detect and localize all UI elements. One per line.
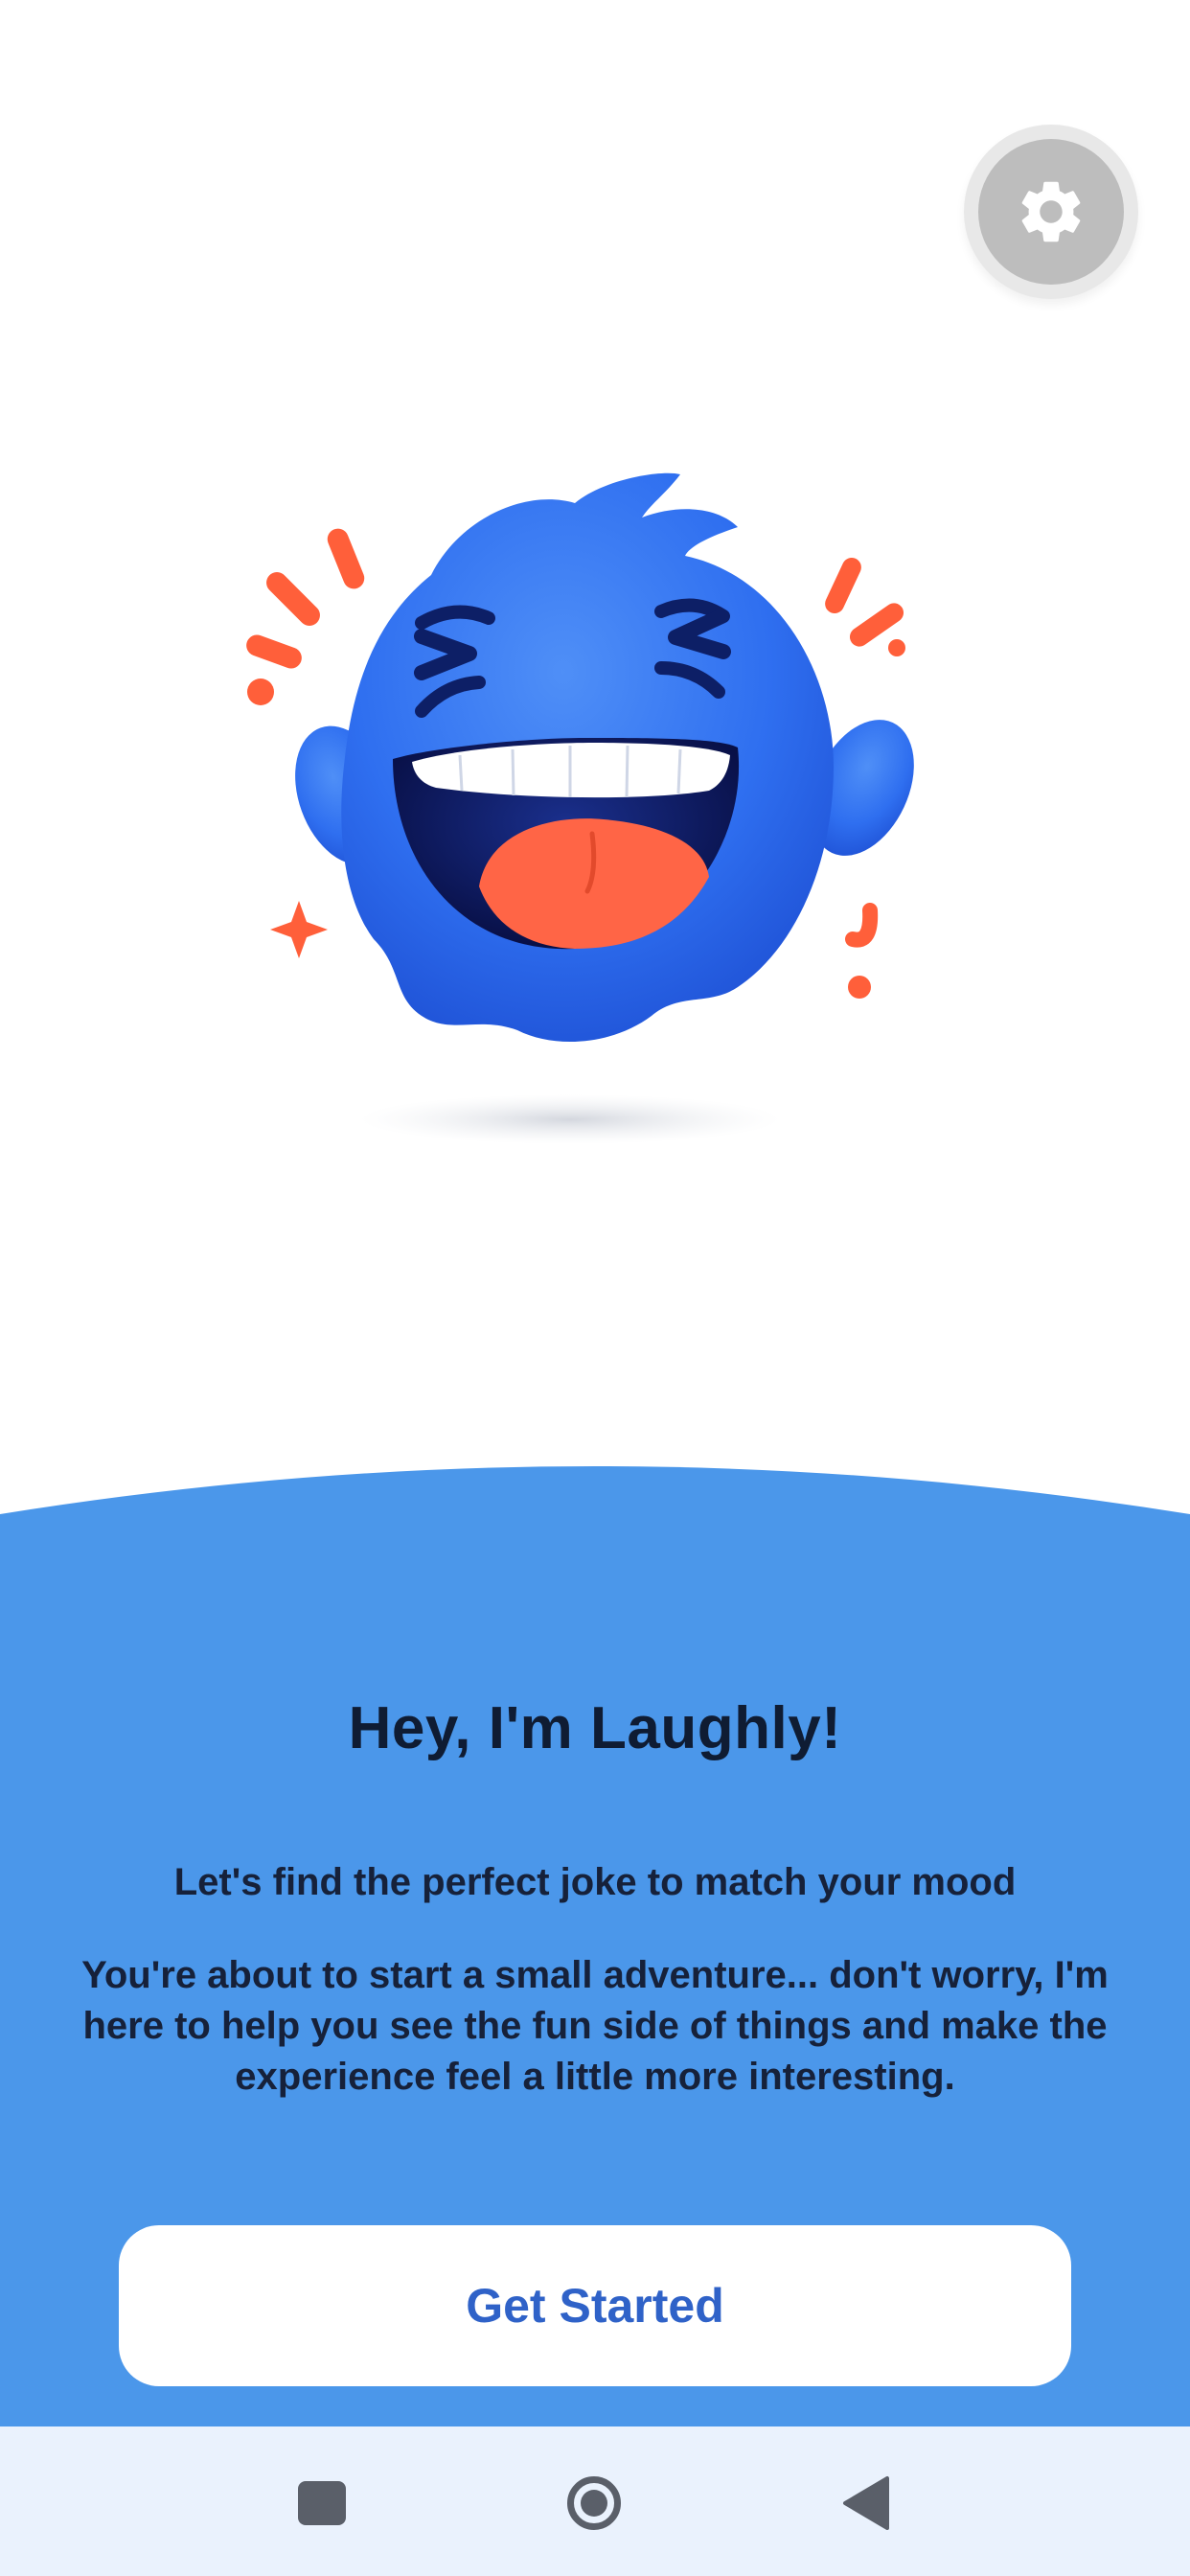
square-icon xyxy=(298,2481,346,2525)
welcome-subtitle: Let's find the perfect joke to match you… xyxy=(173,1861,1017,1903)
home-button[interactable] xyxy=(556,2465,632,2542)
laughing-mascot-illustration xyxy=(240,450,968,1160)
welcome-panel: Hey, I'm Laughly! Let's find the perfect… xyxy=(0,1457,1190,2426)
recents-button[interactable] xyxy=(284,2465,360,2542)
onboarding-screen: Hey, I'm Laughly! Let's find the perfect… xyxy=(0,0,1190,2576)
back-button[interactable] xyxy=(828,2465,904,2542)
get-started-button[interactable]: Get Started xyxy=(119,2225,1071,2386)
system-navigation-bar xyxy=(0,2426,1190,2576)
gear-icon xyxy=(1021,181,1081,242)
settings-button-inner xyxy=(978,139,1124,285)
circle-icon xyxy=(567,2476,621,2530)
welcome-headline: Hey, I'm Laughly! xyxy=(348,1695,842,1761)
welcome-body-text: You're about to start a small adventure.… xyxy=(81,1954,1109,2098)
triangle-back-icon xyxy=(843,2476,889,2530)
settings-button[interactable] xyxy=(964,125,1138,299)
